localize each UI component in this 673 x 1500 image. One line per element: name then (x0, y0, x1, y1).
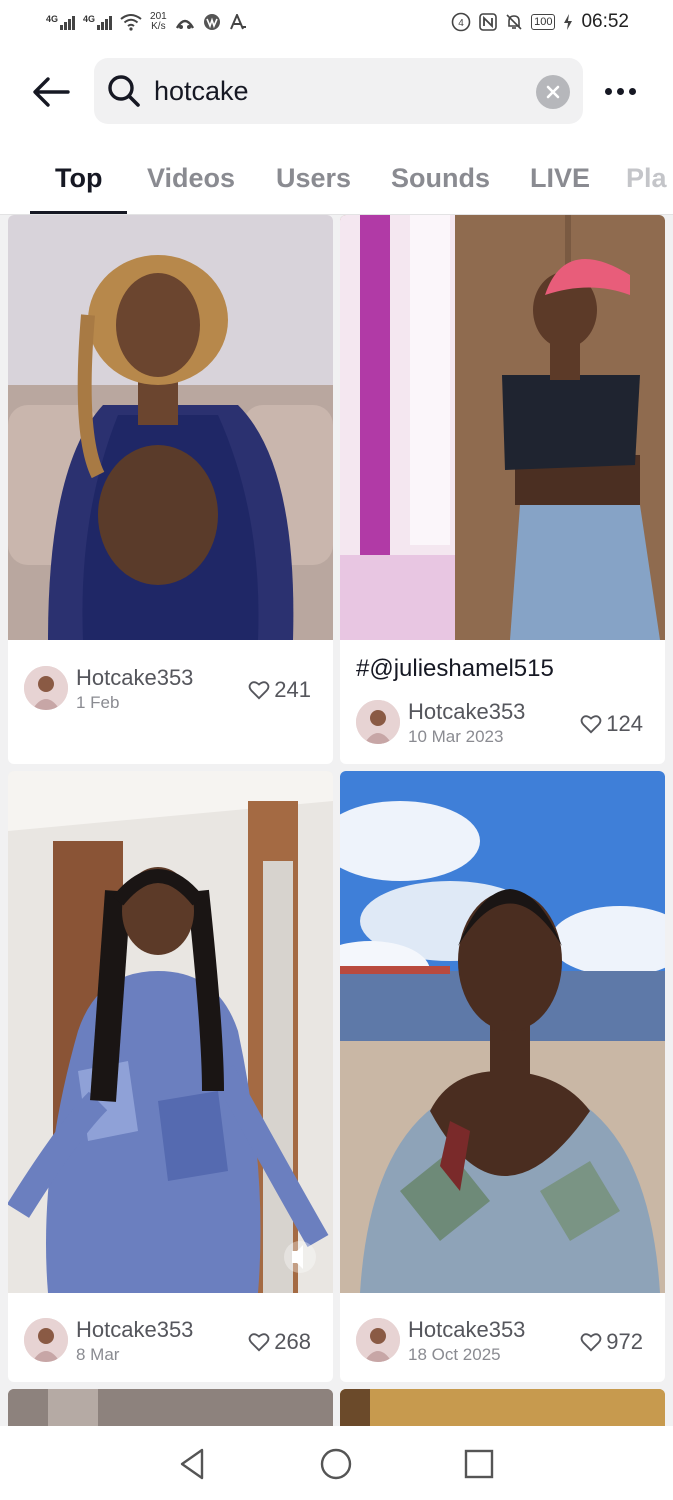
avatar[interactable] (24, 1318, 68, 1362)
system-nav-bar (0, 1426, 673, 1500)
video-thumbnail[interactable] (340, 771, 665, 1293)
status-right: 4 100 06:52 (451, 11, 629, 33)
post-date: 18 Oct 2025 (408, 1345, 501, 1364)
video-card[interactable]: Hotcake353 8 Mar 268 (8, 771, 333, 1382)
heart-icon (248, 681, 270, 700)
post-date: 1 Feb (76, 693, 120, 712)
speed-unit: K/s (151, 21, 166, 32)
video-card[interactable] (8, 1389, 333, 1426)
video-thumbnail[interactable] (8, 1389, 333, 1426)
signal-icon-2: 4G (83, 14, 113, 30)
battery-indicator: 100 (531, 14, 556, 30)
clear-search-button[interactable] (536, 75, 570, 109)
username[interactable]: Hotcake353 (408, 1317, 525, 1343)
search-header (0, 44, 673, 148)
video-thumbnail[interactable] (8, 771, 333, 1293)
video-thumbnail[interactable] (340, 215, 665, 640)
network-type-2: 4G (83, 14, 96, 24)
signal-icon: 4G (46, 14, 76, 30)
tab-live[interactable]: LIVE (530, 163, 590, 194)
close-icon (546, 85, 560, 99)
username[interactable]: Hotcake353 (76, 1317, 193, 1343)
arrow-left-icon (33, 77, 70, 107)
video-card[interactable]: #@julieshamel515 Hotcake353 10 Mar 2023 … (340, 215, 665, 764)
nfc-icon: 4 (451, 12, 471, 32)
results-grid: Hotcake353 1 Feb 241 #@julieshamel515 Ho… (0, 215, 673, 1426)
video-card[interactable]: Hotcake353 1 Feb 241 (8, 215, 333, 764)
search-icon (108, 75, 140, 107)
like-count-value: 124 (606, 711, 643, 736)
home-icon[interactable] (318, 1446, 354, 1482)
tab-videos[interactable]: Videos (147, 163, 235, 194)
username[interactable]: Hotcake353 (76, 665, 193, 691)
post-date: 10 Mar 2023 (408, 727, 504, 746)
search-box[interactable] (94, 58, 583, 124)
network-type: 4G (46, 14, 59, 24)
network-speed: 201 K/s (150, 12, 167, 32)
font-icon (229, 14, 246, 30)
status-bar: 4G 4G 201 K/s 4 100 06:52 (0, 0, 673, 44)
avatar[interactable] (356, 1318, 400, 1362)
video-thumbnail[interactable] (340, 1389, 665, 1426)
like-count: 124 (580, 711, 643, 737)
nfc-n-icon (479, 13, 497, 31)
heart-icon (580, 715, 602, 734)
avatar[interactable] (24, 666, 68, 710)
back-icon[interactable] (175, 1446, 211, 1482)
tab-users[interactable]: Users (276, 163, 351, 194)
like-count-value: 241 (274, 677, 311, 702)
clock: 06:52 (581, 11, 629, 32)
app-icon (175, 19, 194, 29)
heart-icon (580, 1333, 602, 1352)
search-input[interactable] (154, 70, 514, 112)
tab-places[interactable]: Pla (626, 163, 667, 194)
avatar[interactable] (356, 700, 400, 744)
like-count: 241 (248, 677, 311, 703)
status-left: 4G 4G 201 K/s (46, 12, 247, 32)
search-tabs: Top Videos Users Sounds LIVE Pla (0, 148, 673, 215)
video-caption[interactable]: #@julieshamel515 (356, 655, 554, 683)
recents-icon[interactable] (461, 1446, 497, 1482)
video-card[interactable] (340, 1389, 665, 1426)
more-options-button[interactable] (598, 76, 642, 106)
like-count-value: 972 (606, 1329, 643, 1354)
wifi-icon (120, 14, 142, 31)
charging-icon (564, 14, 573, 30)
username[interactable]: Hotcake353 (408, 699, 525, 725)
more-icon (604, 87, 612, 95)
tab-sounds[interactable]: Sounds (391, 163, 490, 194)
like-count: 972 (580, 1329, 643, 1355)
like-count: 268 (248, 1329, 311, 1355)
video-card[interactable]: Hotcake353 18 Oct 2025 972 (340, 771, 665, 1382)
tab-top[interactable]: Top (55, 163, 102, 194)
like-count-value: 268 (274, 1329, 311, 1354)
video-thumbnail[interactable] (8, 215, 333, 640)
active-tab-indicator (30, 211, 127, 214)
sound-icon (284, 1241, 316, 1273)
vpn-icon (203, 14, 220, 30)
svg-text:4: 4 (458, 18, 464, 29)
mute-icon (506, 14, 522, 30)
back-button[interactable] (30, 70, 74, 114)
post-date: 8 Mar (76, 1345, 120, 1364)
heart-icon (248, 1333, 270, 1352)
